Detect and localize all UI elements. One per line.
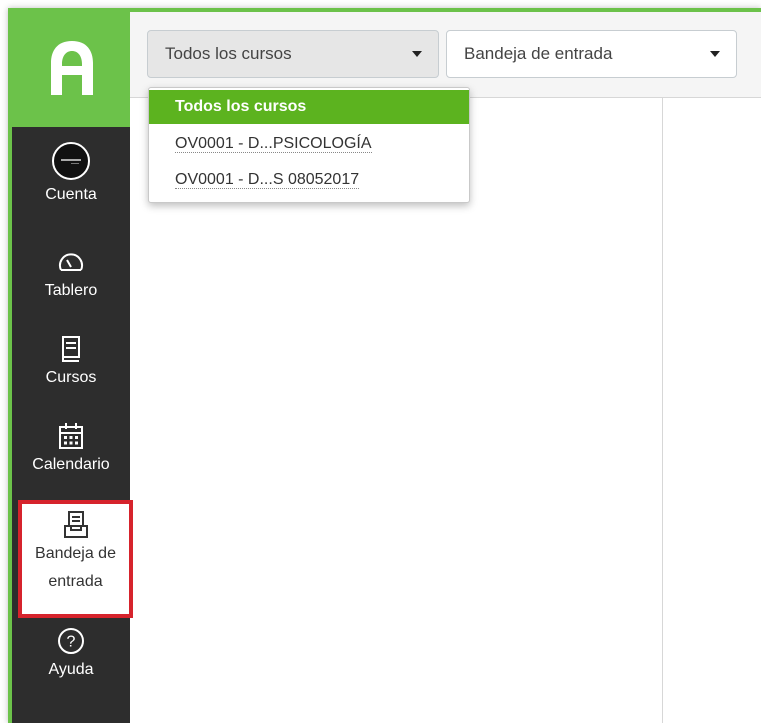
mailbox-filter-value: Bandeja de entrada (464, 44, 613, 63)
logo-icon (51, 41, 93, 95)
svg-text:?: ? (67, 634, 76, 651)
mailbox-filter-select[interactable]: Bandeja de entrada (446, 30, 737, 78)
caret-down-icon (710, 51, 720, 57)
sidebar-item-cursos[interactable]: Cursos (12, 335, 130, 389)
dropdown-option-all-courses[interactable]: Todos los cursos (149, 90, 469, 124)
sidebar-item-calendario[interactable]: Calendario (12, 422, 130, 476)
sidebar-item-label-line2: entrada (48, 573, 103, 590)
book-icon (62, 336, 80, 362)
sidebar-item-label: Ayuda (48, 661, 94, 678)
calendar-icon (59, 423, 83, 449)
sidebar-item-label: Calendario (32, 456, 110, 473)
course-filter-select[interactable]: Todos los cursos (147, 30, 439, 78)
avatar (52, 142, 90, 180)
sidebar-item-label: Cursos (45, 369, 97, 386)
sidebar-item-ayuda[interactable]: ? Ayuda (12, 627, 130, 681)
sidebar-item-label: Tablero (44, 282, 98, 299)
dropdown-option-course[interactable]: OV0001 - D...S 08052017 (149, 162, 469, 198)
sidebar-item-label-line1: Bandeja de (35, 545, 116, 562)
sidebar-item-tablero[interactable]: Tablero (12, 250, 130, 302)
app-logo[interactable] (12, 12, 130, 127)
pane-divider (662, 98, 663, 723)
course-dropdown-menu: Todos los cursos OV0001 - D...PSICOLOGÍA… (148, 87, 470, 203)
option-label: Todos los cursos (175, 98, 307, 115)
sidebar-item-bandeja-de-entrada[interactable]: Bandeja de entrada (18, 500, 133, 618)
option-label: OV0001 - D...PSICOLOGÍA (175, 135, 372, 153)
help-icon: ? (58, 628, 84, 654)
dashboard-gauge-icon (59, 253, 83, 271)
caret-down-icon (412, 51, 422, 57)
inbox-toolbar: Todos los cursos Bandeja de entrada (130, 12, 761, 98)
option-label: OV0001 - D...S 08052017 (175, 171, 360, 189)
sidebar-item-label: Cuenta (45, 186, 97, 203)
dropdown-option-course[interactable]: OV0001 - D...PSICOLOGÍA (149, 126, 469, 162)
inbox-icon (63, 511, 88, 538)
course-filter-value: Todos los cursos (165, 44, 292, 63)
sidebar-item-cuenta[interactable]: Cuenta (12, 142, 130, 206)
